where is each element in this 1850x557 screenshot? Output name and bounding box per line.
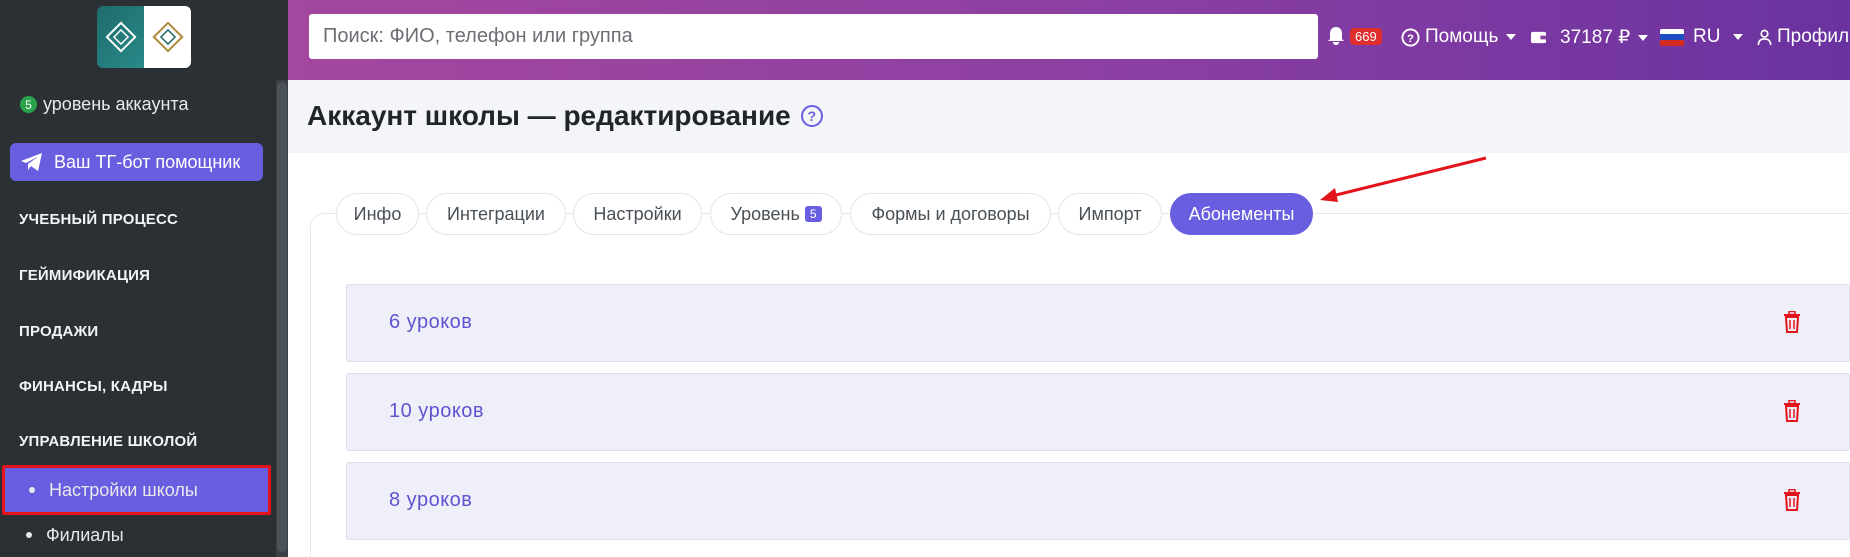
tab-info[interactable]: Инфо	[336, 193, 419, 235]
tab-integrations[interactable]: Интеграции	[426, 193, 566, 235]
subscription-name[interactable]: 6 уроков	[389, 311, 472, 334]
notifications-count-badge: 669	[1350, 27, 1382, 45]
logo-emblem-light	[144, 6, 191, 68]
balance-amount: 37187 ₽	[1560, 27, 1631, 48]
sidebar-item-branches[interactable]: Филиалы	[2, 510, 271, 557]
language-label: RU	[1693, 26, 1721, 47]
tab-level-label: Уровень	[730, 203, 800, 224]
nav-gamification[interactable]: ГЕЙМИФИКАЦИЯ	[19, 267, 150, 284]
sidebar-item-label: Филиалы	[46, 524, 124, 545]
nav-school-management[interactable]: УПРАВЛЕНИЕ ШКОЛОЙ	[19, 433, 197, 450]
search-input[interactable]	[309, 14, 1318, 59]
question-circle-icon: ?	[1401, 27, 1420, 47]
russia-flag-icon	[1660, 28, 1684, 46]
subscription-row[interactable]: 8 уроков	[346, 462, 1850, 540]
logo-emblem-dark	[97, 6, 144, 68]
bullet-icon	[29, 487, 35, 493]
company-logo[interactable]	[97, 6, 191, 68]
help-menu[interactable]: ? Помощь	[1401, 26, 1517, 48]
page-title-text: Аккаунт школы — редактирование	[307, 100, 791, 131]
telegram-icon	[21, 153, 42, 171]
nav-finance-staff[interactable]: ФИНАНСЫ, КАДРЫ	[19, 378, 168, 395]
tg-bot-button-label: Ваш ТГ-бот помощник	[54, 151, 241, 172]
tab-subscriptions[interactable]: Абонементы	[1170, 193, 1313, 235]
help-menu-label: Помощь	[1425, 26, 1499, 47]
tg-bot-button[interactable]: Ваш ТГ-бот помощник	[10, 143, 263, 181]
language-menu[interactable]: RU	[1660, 26, 1744, 48]
chevron-down-icon	[1506, 34, 1517, 40]
balance-menu[interactable]: 37187 ₽	[1530, 26, 1649, 49]
tab-import[interactable]: Импорт	[1058, 193, 1162, 235]
subscription-row[interactable]: 6 уроков	[346, 284, 1850, 362]
profile-menu[interactable]: Профиль	[1757, 26, 1850, 48]
bell-icon	[1328, 27, 1344, 45]
wallet-icon	[1531, 31, 1546, 44]
tab-level-badge: 5	[804, 206, 822, 222]
chevron-down-icon	[1638, 34, 1649, 41]
subscription-name[interactable]: 8 уроков	[389, 489, 472, 512]
profile-label: Профиль	[1777, 26, 1850, 47]
subscription-row[interactable]: 10 уроков	[346, 373, 1850, 451]
sidebar-item-school-settings[interactable]: Настройки школы	[2, 465, 271, 515]
sidebar: 5 уровень аккаунта Ваш ТГ-бот помощник У…	[0, 0, 288, 557]
tab-settings[interactable]: Настройки	[573, 193, 702, 235]
account-level-label: уровень аккаунта	[43, 94, 189, 114]
annotation-arrow	[1320, 156, 1487, 202]
user-icon	[1757, 29, 1772, 45]
svg-text:?: ?	[1407, 32, 1414, 44]
chevron-down-icon	[1733, 34, 1744, 40]
top-bar: 669 ? Помощь 37187 ₽ RU Профиль	[288, 0, 1850, 80]
account-level-badge: 5	[20, 96, 37, 113]
notifications-button[interactable]: 669	[1327, 26, 1382, 46]
account-level[interactable]: 5 уровень аккаунта	[20, 94, 188, 115]
trash-icon[interactable]	[1783, 311, 1801, 333]
sidebar-scrollbar-thumb[interactable]	[277, 82, 287, 552]
trash-icon[interactable]	[1783, 489, 1801, 511]
subscription-name[interactable]: 10 уроков	[389, 400, 484, 423]
sidebar-item-label: Настройки школы	[49, 479, 198, 500]
trash-icon[interactable]	[1783, 400, 1801, 422]
tab-level[interactable]: Уровень 5	[710, 193, 842, 235]
page-title: Аккаунт школы — редактирование ?	[307, 100, 823, 132]
nav-sales[interactable]: ПРОДАЖИ	[19, 323, 98, 340]
question-circle-icon[interactable]: ?	[800, 105, 823, 127]
tab-forms-contracts[interactable]: Формы и договоры	[850, 193, 1051, 235]
bullet-icon	[26, 532, 32, 538]
nav-learning-process[interactable]: УЧЕБНЫЙ ПРОЦЕСС	[19, 211, 178, 228]
